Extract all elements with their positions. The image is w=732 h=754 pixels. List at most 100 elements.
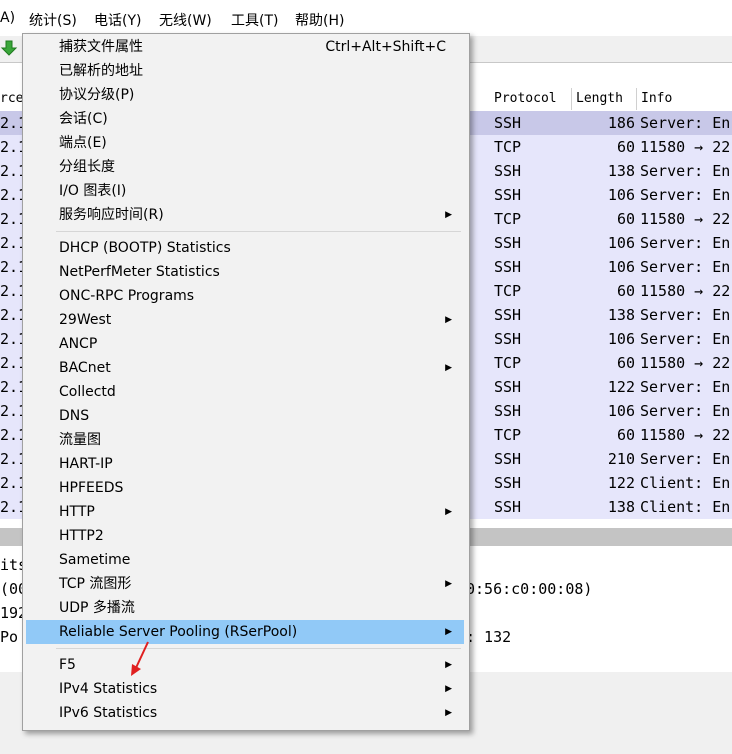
menu-item-label: 29West [59,312,112,328]
menu-item[interactable]: 会话(C) [26,107,464,131]
menu-item[interactable]: HPFEEDS [26,476,464,500]
menu-item[interactable]: ONC-RPC Programs [26,284,464,308]
cell-info: 11580 → 22 [640,426,731,444]
cell-protocol: TCP [494,210,522,228]
cell-length: 122 [607,378,635,396]
column-header-length[interactable]: Length [573,88,637,110]
menu-telephony[interactable]: 电话(Y) [94,10,141,30]
submenu-arrow-icon: ▶ [445,507,452,517]
submenu-arrow-icon: ▶ [445,684,452,694]
menu-item-label: 会话(C) [59,111,108,127]
cell-protocol: TCP [494,282,522,300]
menu-item-label: Collectd [59,384,116,400]
cell-length: 138 [607,498,635,516]
menu-item[interactable]: HTTP2 [26,524,464,548]
menu-item-label: DHCP (BOOTP) Statistics [59,240,231,256]
menu-item[interactable]: BACnet ▶ [26,356,464,380]
cell-info: Server: En [640,162,731,180]
column-header-info[interactable]: Info [638,88,732,110]
menu-item-label: 协议分级(P) [59,87,135,103]
submenu-arrow-icon: ▶ [445,708,452,718]
menu-item-label: ONC-RPC Programs [59,288,195,304]
cell-info: Server: En [640,186,731,204]
menu-item-label: 流量图 [59,432,101,448]
cell-length: 122 [607,474,635,492]
menu-item-label: F5 [59,657,76,673]
column-header-protocol[interactable]: Protocol [491,88,572,110]
submenu-arrow-icon: ▶ [445,363,452,373]
menu-item[interactable]: DHCP (BOOTP) Statistics [26,236,464,260]
menu-item[interactable]: 分组长度 [26,155,464,179]
menu-item-label: DNS [59,408,90,424]
cell-source: 2.1 [0,378,24,396]
menu-item[interactable]: 服务响应时间(R) ▶ [26,203,464,227]
menu-item-label: NetPerfMeter Statistics [59,264,220,280]
menu-item[interactable]: Collectd [26,380,464,404]
detail-line-4[interactable]: Po [0,628,18,646]
cell-protocol: TCP [494,426,522,444]
cell-info: Server: En [640,378,731,396]
cell-protocol: SSH [494,258,522,276]
menu-tools[interactable]: 工具(T) [231,10,278,30]
menu-item-label: ANCP [59,336,98,352]
cell-protocol: SSH [494,162,522,180]
cell-protocol: TCP [494,354,522,372]
menu-item[interactable]: 端点(E) [26,131,464,155]
menu-item[interactable]: Sametime [26,548,464,572]
menu-item[interactable]: NetPerfMeter Statistics [26,260,464,284]
red-arrow-icon [131,641,149,676]
submenu-arrow-icon: ▶ [445,315,452,325]
menu-item[interactable]: F5 ▶ [26,653,464,677]
cell-length: 106 [607,186,635,204]
menu-statistics[interactable]: 统计(S) [29,10,77,30]
cell-protocol: SSH [494,498,522,516]
cell-protocol: SSH [494,186,522,204]
menu-item[interactable]: I/O 图表(I) [26,179,464,203]
cell-length: 138 [607,306,635,324]
menu-item[interactable]: 协议分级(P) [26,83,464,107]
menu-item[interactable]: 捕获文件属性 Ctrl+Alt+Shift+C [26,35,464,59]
menu-item[interactable]: HART-IP [26,452,464,476]
menu-item-label: Reliable Server Pooling (RSerPool) [59,624,298,640]
menu-item-label: BACnet [59,360,111,376]
menu-help[interactable]: 帮助(H) [295,10,344,30]
submenu-arrow-icon: ▶ [445,627,452,637]
menu-item-label: Sametime [59,552,131,568]
cell-source: 2.1 [0,282,24,300]
menu-item[interactable]: ANCP [26,332,464,356]
menu-item[interactable]: 29West ▶ [26,308,464,332]
menu-item[interactable]: IPv6 Statistics ▶ [26,701,464,725]
cell-info: Server: En [640,450,731,468]
menu-item[interactable]: UDP 多播流 [26,596,464,620]
menu-item-label: 已解析的地址 [59,63,143,79]
menu-item-shortcut: Ctrl+Alt+Shift+C [325,39,446,55]
cell-info: Server: En [640,306,731,324]
menu-item[interactable]: 流量图 [26,428,464,452]
menu-wireless[interactable]: 无线(W) [159,10,212,30]
go-down-icon[interactable] [0,39,18,57]
menu-a[interactable]: A) [0,10,15,26]
cell-protocol: SSH [494,114,522,132]
cell-length: 186 [607,114,635,132]
cell-info: Client: En [640,498,731,516]
cell-source: 2.1 [0,258,24,276]
menu-item[interactable]: 已解析的地址 [26,59,464,83]
submenu-arrow-icon: ▶ [445,660,452,670]
menu-item-label: HTTP [59,504,95,520]
submenu-arrow-icon: ▶ [445,210,452,220]
menu-item[interactable]: IPv4 Statistics ▶ [26,677,464,701]
cell-protocol: TCP [494,138,522,156]
column-header-source[interactable]: rce [0,88,23,110]
cell-length: 60 [616,210,635,228]
cell-source: 2.1 [0,474,24,492]
menu-item-label: 端点(E) [59,135,107,151]
cell-length: 138 [607,162,635,180]
cell-length: 60 [616,138,635,156]
cell-protocol: SSH [494,402,522,420]
menu-item[interactable]: Reliable Server Pooling (RSerPool) ▶ [26,620,464,644]
menu-item-label: HART-IP [59,456,113,472]
cell-info: 11580 → 22 [640,210,731,228]
menu-item[interactable]: TCP 流图形 ▶ [26,572,464,596]
menu-item[interactable]: HTTP ▶ [26,500,464,524]
menu-item[interactable]: DNS [26,404,464,428]
